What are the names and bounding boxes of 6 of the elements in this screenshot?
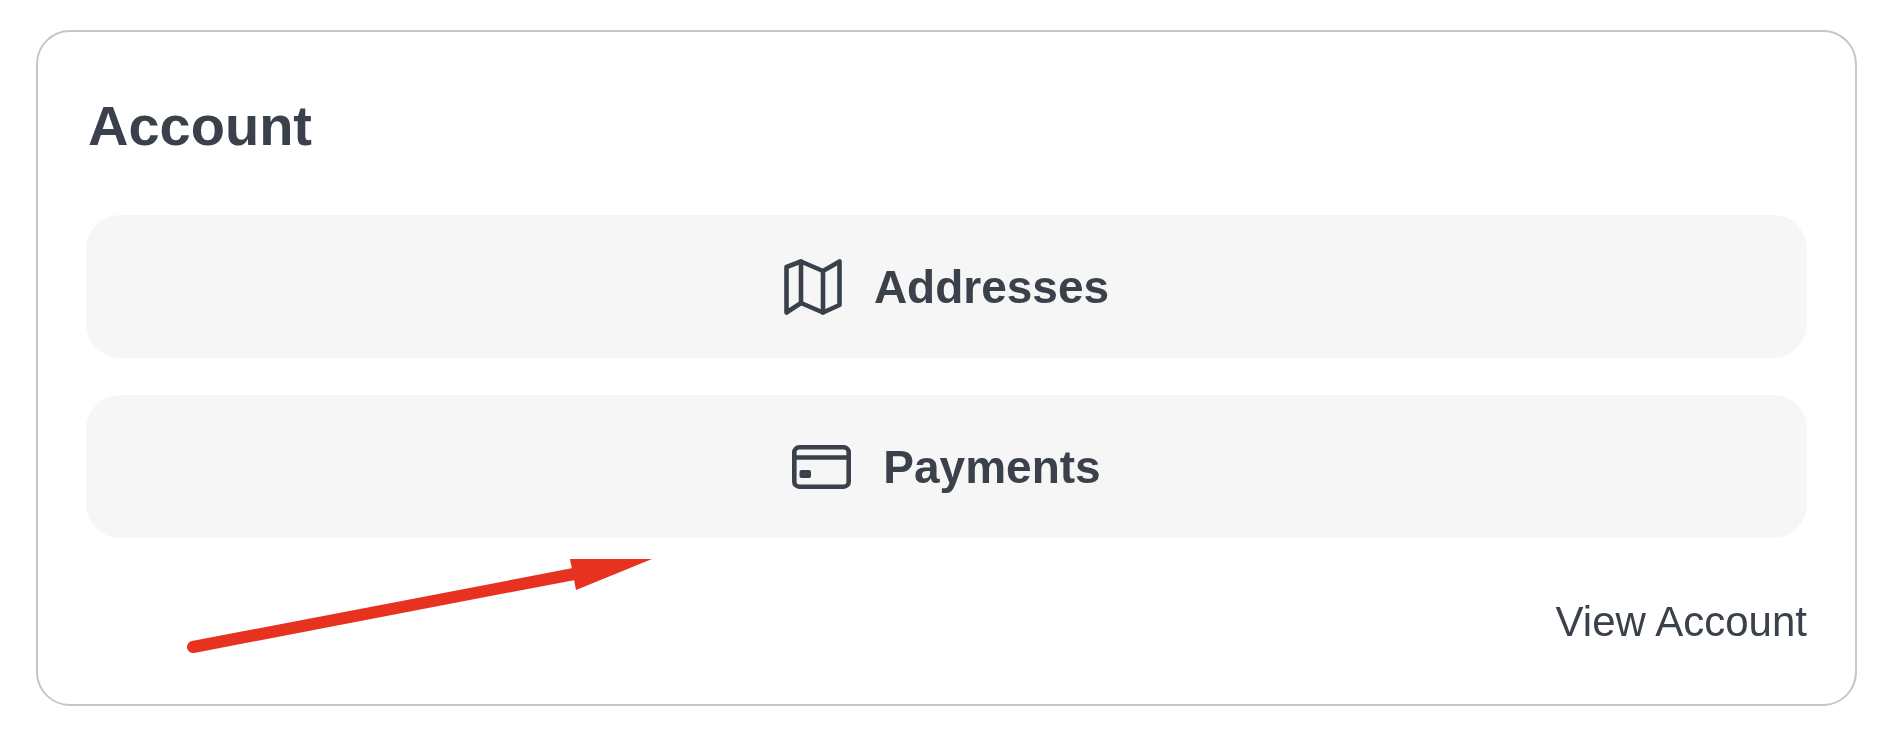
- credit-card-icon: [792, 444, 852, 489]
- map-icon: [783, 258, 842, 315]
- addresses-button[interactable]: Addresses: [86, 215, 1807, 358]
- payments-button[interactable]: Payments: [86, 395, 1807, 538]
- card-title: Account: [88, 98, 312, 154]
- view-account-link[interactable]: View Account: [1555, 601, 1807, 643]
